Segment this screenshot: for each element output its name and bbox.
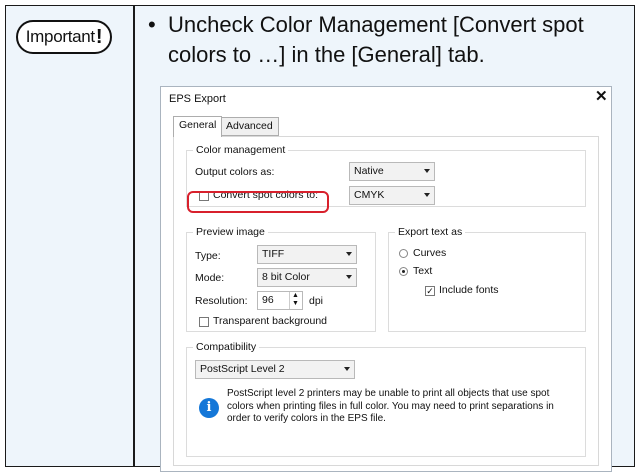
text-label: Text (413, 265, 433, 277)
curves-radio[interactable] (399, 249, 408, 258)
transparent-background-checkbox[interactable] (199, 317, 209, 327)
important-badge-label: Important (25, 27, 95, 46)
preview-image-label: Preview image (193, 226, 268, 238)
output-colors-select[interactable]: Native (349, 162, 435, 181)
compatibility-group: Compatibility PostScript Level 2 i PostS… (186, 341, 586, 457)
include-fonts-checkbox[interactable]: ✓ (425, 286, 435, 296)
important-badge: Important! (16, 20, 112, 54)
divider (133, 5, 135, 467)
mode-select[interactable]: 8 bit Color (257, 268, 357, 287)
resolution-input[interactable]: 96 ▲ ▼ (257, 291, 303, 310)
compatibility-info-text: PostScript level 2 printers may be unabl… (227, 388, 554, 424)
resolution-label: Resolution: (195, 295, 248, 307)
highlight-box (187, 191, 329, 213)
tab-general[interactable]: General (173, 116, 223, 137)
important-badge-mark: ! (95, 25, 103, 48)
convert-spot-colors-select[interactable]: CMYK (349, 186, 435, 205)
eps-export-dialog: EPS Export ✕ General Advanced Color mana… (160, 86, 612, 472)
resolution-unit: dpi (309, 295, 324, 307)
output-colors-value: Native (354, 165, 384, 177)
chevron-down-icon (424, 193, 430, 197)
output-colors-label: Output colors as: (195, 166, 275, 178)
export-text-label: Export text as (395, 226, 466, 238)
resolution-value: 96 (262, 294, 274, 306)
type-label: Type: (195, 250, 221, 262)
dialog-title: EPS Export (169, 93, 226, 105)
tab-advanced[interactable]: Advanced (220, 117, 279, 136)
transparent-background-label: Transparent background (213, 315, 328, 327)
mode-value: 8 bit Color (262, 271, 310, 283)
export-text-group: Export text as Curves Text ✓ Include fon… (388, 226, 586, 332)
mode-label: Mode: (195, 272, 225, 284)
bullet: • (148, 12, 156, 37)
text-radio[interactable] (399, 267, 408, 276)
type-select[interactable]: TIFF (257, 245, 357, 264)
chevron-down-icon (346, 275, 352, 279)
compatibility-label: Compatibility (193, 341, 260, 353)
convert-spot-colors-value: CMYK (354, 189, 385, 201)
compatibility-select[interactable]: PostScript Level 2 (195, 360, 355, 379)
instruction-text: Uncheck Color Management [Convert spot c… (168, 12, 584, 67)
close-icon[interactable]: ✕ (595, 87, 608, 105)
chevron-down-icon (344, 367, 350, 371)
chevron-down-icon (346, 252, 352, 256)
general-panel: Color management Output colors as: Nativ… (173, 136, 599, 466)
type-value: TIFF (262, 248, 285, 260)
compatibility-value: PostScript Level 2 (200, 363, 285, 375)
include-fonts-label: Include fonts (439, 284, 499, 296)
info-icon: i (199, 398, 219, 418)
color-management-label: Color management (193, 144, 289, 156)
preview-image-group: Preview image Type: TIFF Mode: 8 bit Col… (186, 226, 376, 332)
chevron-down-icon (424, 169, 430, 173)
spinner-icon[interactable]: ▲ ▼ (289, 292, 301, 309)
curves-label: Curves (413, 247, 447, 259)
